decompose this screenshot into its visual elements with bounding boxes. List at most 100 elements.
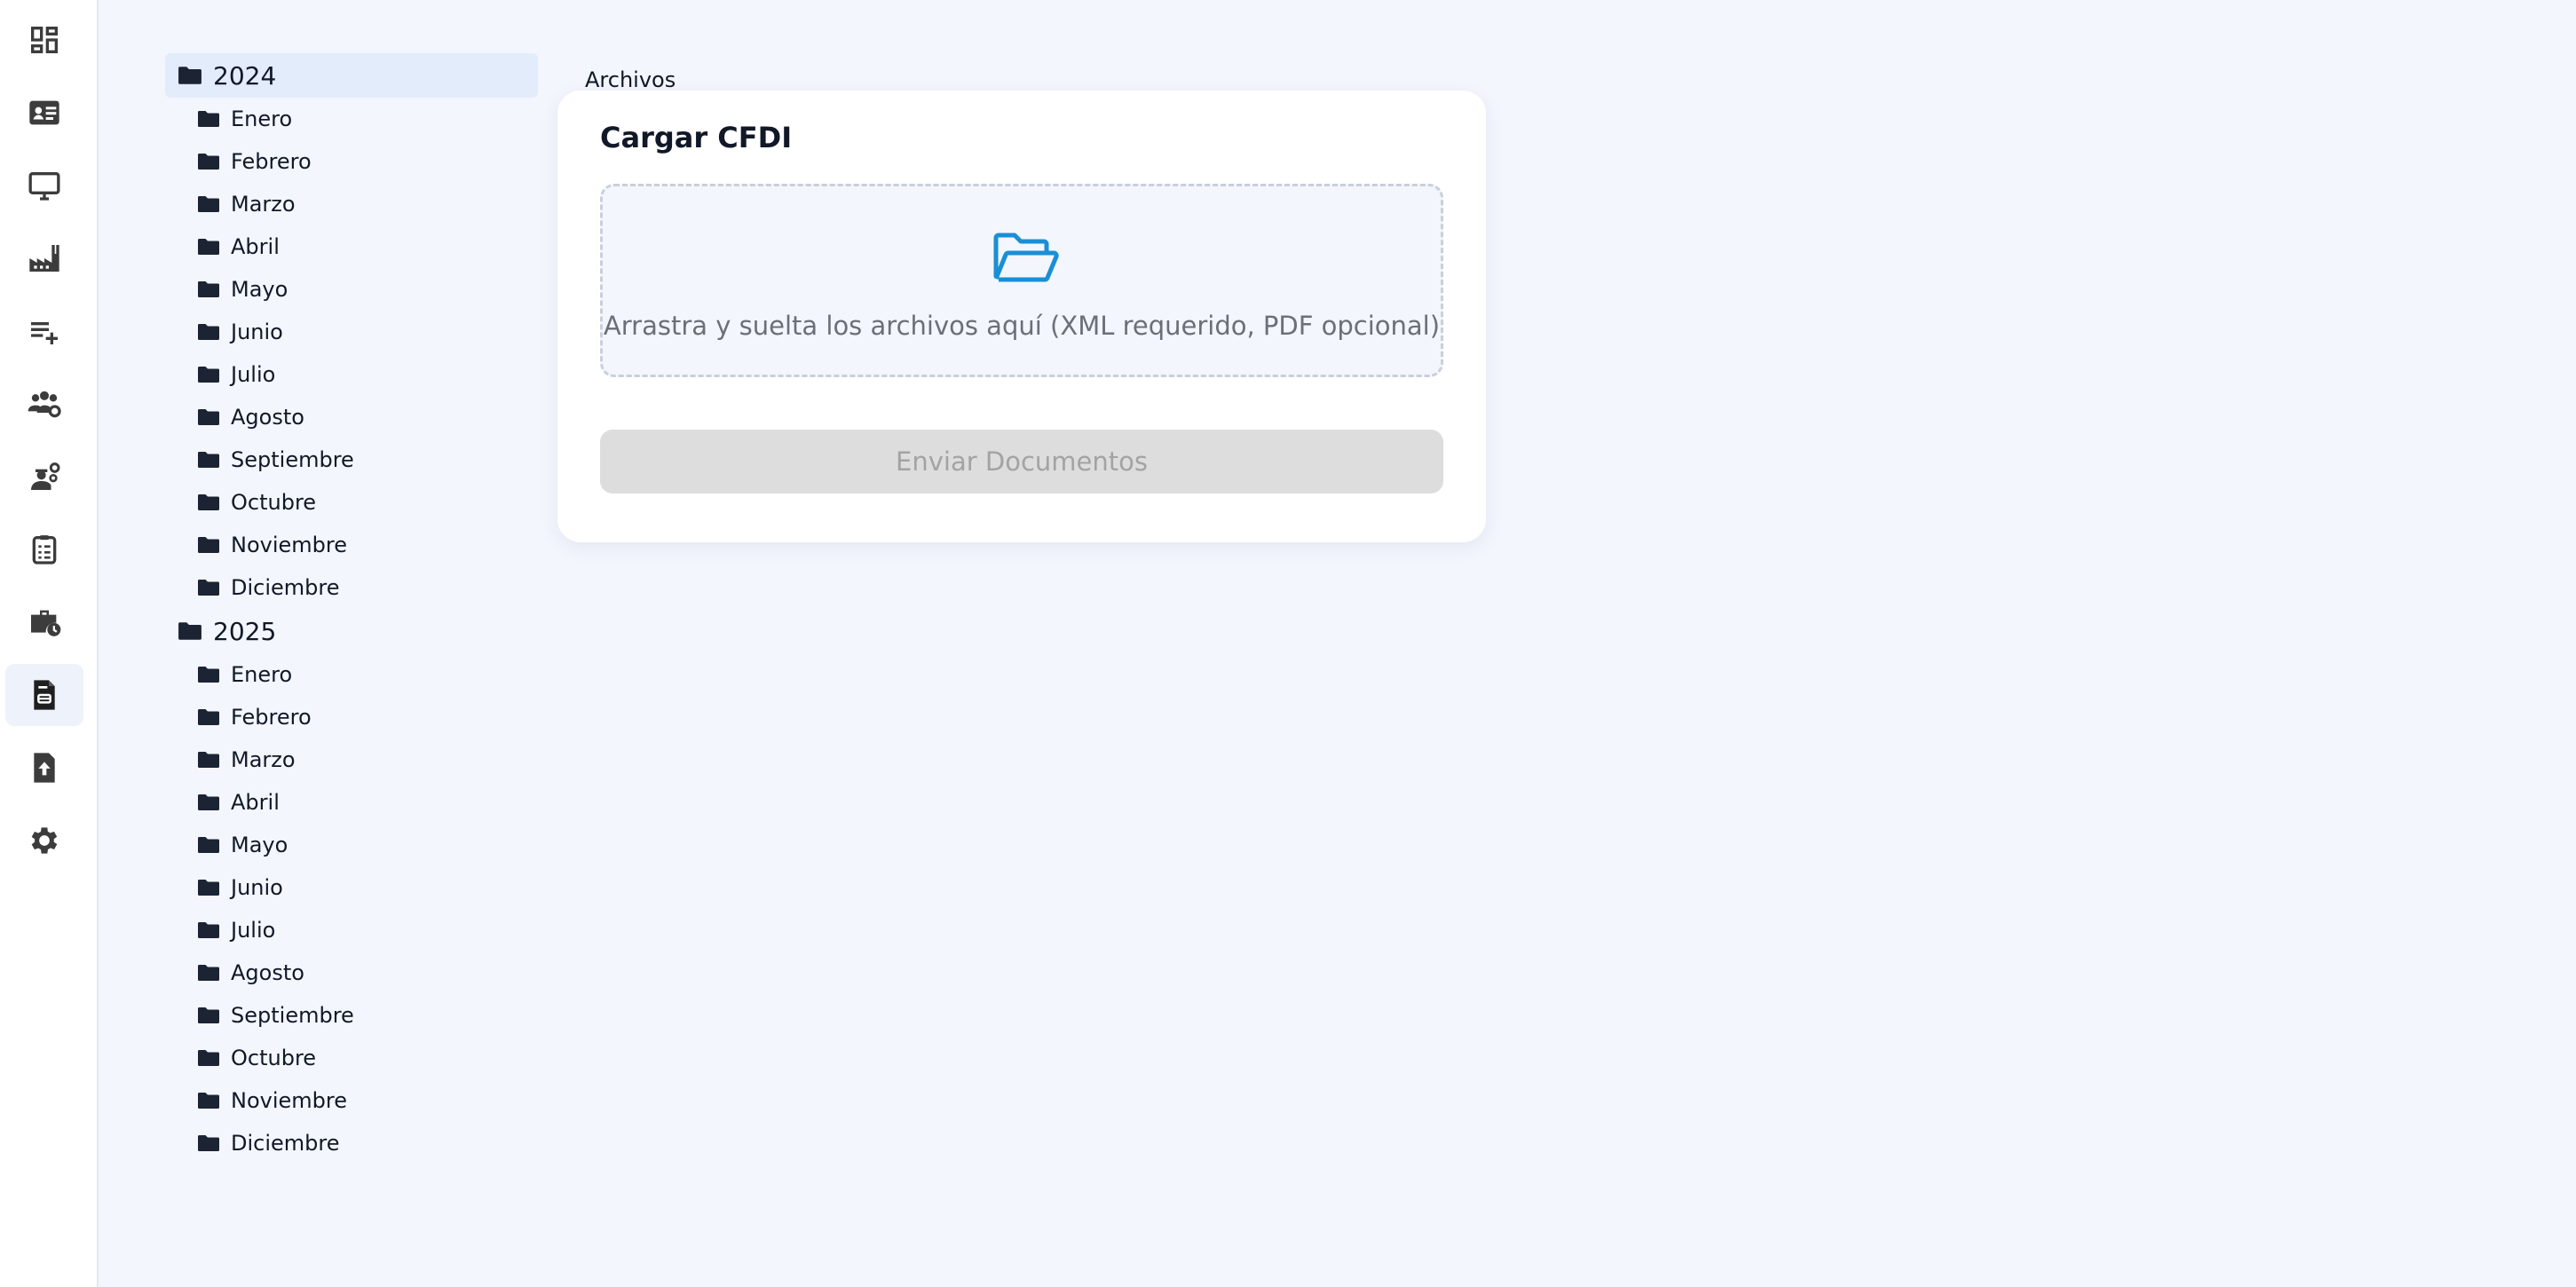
tree-month-item[interactable]: Abril [165, 225, 538, 268]
folder-icon [198, 1135, 219, 1151]
submit-documents-button[interactable]: Enviar Documentos [600, 430, 1443, 493]
folder-icon [198, 1050, 219, 1066]
tree-month-label: Abril [231, 234, 280, 259]
nav-invoice[interactable] [5, 664, 83, 726]
nav-worker-settings[interactable] [5, 446, 83, 508]
dashboard-icon [31, 27, 58, 53]
nav-briefcase[interactable] [5, 591, 83, 653]
tree-month-item[interactable]: Enero [165, 98, 538, 140]
card-title: Cargar CFDI [600, 121, 793, 154]
folder-icon [198, 667, 219, 683]
tree-month-item[interactable]: Agosto [165, 396, 538, 438]
tree-year-label: 2025 [213, 616, 277, 646]
nav-id-card[interactable] [5, 82, 83, 144]
folder-icon [198, 154, 219, 170]
folder-icon [198, 752, 219, 768]
file-upload-icon [34, 753, 55, 783]
tree-month-item[interactable]: Septiembre [165, 994, 538, 1037]
tree-month-label: Enero [231, 662, 293, 687]
nav-clipboard[interactable] [5, 518, 83, 580]
tree-month-label: Octubre [231, 1046, 317, 1070]
folder-icon [198, 580, 219, 596]
tree-month-label: Noviembre [231, 1088, 347, 1113]
folder-icon [198, 794, 219, 810]
factory-icon [29, 245, 59, 272]
nav-factory[interactable] [5, 227, 83, 289]
tree-month-label: Marzo [231, 747, 296, 772]
tree-month-item[interactable]: Junio [165, 866, 538, 909]
tree-month-item[interactable]: Febrero [165, 696, 538, 738]
tree-year-2024[interactable]: 2024 [165, 53, 538, 98]
briefcase-clock-icon [31, 610, 61, 636]
tree-month-item[interactable]: Mayo [165, 268, 538, 311]
nav-monitor[interactable] [5, 154, 83, 217]
clipboard-list-icon [32, 535, 57, 565]
tree-month-item[interactable]: Marzo [165, 183, 538, 225]
tree-month-item[interactable]: Octubre [165, 1037, 538, 1079]
folder-icon [198, 452, 219, 468]
tree-year-2025[interactable]: 2025 [165, 609, 538, 653]
monitor-icon [28, 172, 60, 201]
id-card-icon [29, 100, 59, 125]
folder-icon [198, 367, 219, 383]
tree-month-label: Febrero [231, 149, 312, 174]
tree-month-label: Septiembre [231, 1003, 354, 1028]
nav-settings[interactable] [5, 809, 83, 872]
tree-month-label: Mayo [231, 277, 288, 302]
folder-icon [198, 111, 219, 127]
folder-icon [198, 922, 219, 938]
tree-month-item[interactable]: Julio [165, 909, 538, 951]
tree-month-label: Septiembre [231, 447, 354, 472]
tree-month-item[interactable]: Julio [165, 353, 538, 396]
tree-month-item[interactable]: Agosto [165, 951, 538, 994]
tree-month-item[interactable]: Enero [165, 653, 538, 696]
tree-month-item[interactable]: Septiembre [165, 438, 538, 481]
folder-icon [198, 324, 219, 340]
tree-year-label: 2024 [213, 60, 277, 91]
tree-month-label: Diciembre [231, 1131, 340, 1156]
tree-month-item[interactable]: Mayo [165, 824, 538, 866]
tree-month-label: Mayo [231, 833, 288, 857]
folder-icon [178, 622, 201, 640]
tree-month-item[interactable]: Noviembre [165, 1079, 538, 1122]
folder-tree: 2024 Enero Febrero Marzo Abril Mayo Junio Julio… [165, 53, 538, 1165]
folder-icon [198, 965, 219, 981]
worker-settings-icon [31, 462, 60, 490]
tree-month-item[interactable]: Diciembre [165, 566, 538, 609]
tree-month-label: Marzo [231, 192, 296, 217]
tree-month-label: Abril [231, 790, 280, 815]
section-label: Archivos [585, 67, 676, 92]
file-dropzone[interactable]: Arrastra y suelta los archivos aquí (XML… [600, 184, 1443, 377]
tree-month-item[interactable]: Junio [165, 311, 538, 353]
tree-month-label: Febrero [231, 705, 312, 730]
tree-month-label: Junio [231, 320, 283, 344]
nav-file-upload[interactable] [5, 737, 83, 799]
folder-icon [198, 837, 219, 853]
folder-icon [198, 880, 219, 896]
tree-month-label: Julio [231, 918, 276, 943]
open-folder-icon [993, 233, 1059, 282]
nav-users-settings[interactable] [5, 373, 83, 435]
tree-month-label: Octubre [231, 490, 317, 515]
tree-month-item[interactable]: Marzo [165, 738, 538, 781]
tree-month-item[interactable]: Noviembre [165, 524, 538, 566]
dropzone-hint: Arrastra y suelta los archivos aquí (XML… [603, 311, 1441, 341]
tree-month-item[interactable]: Octubre [165, 481, 538, 524]
playlist-add-icon [31, 322, 58, 344]
tree-month-label: Julio [231, 362, 276, 387]
tree-month-item[interactable]: Diciembre [165, 1122, 538, 1165]
tree-month-item[interactable]: Abril [165, 781, 538, 824]
tree-month-item[interactable]: Febrero [165, 140, 538, 183]
tree-month-label: Noviembre [231, 533, 347, 557]
nav-playlist-add[interactable] [5, 300, 83, 362]
folder-icon [198, 1093, 219, 1109]
folder-icon [198, 709, 219, 725]
folder-icon [198, 1007, 219, 1023]
nav-dashboard[interactable] [5, 9, 83, 71]
folder-icon [198, 409, 219, 425]
folder-icon [198, 494, 219, 510]
sidebar [0, 0, 99, 1287]
folder-icon [198, 537, 219, 553]
folder-icon [198, 239, 219, 255]
tree-month-label: Agosto [231, 405, 304, 430]
